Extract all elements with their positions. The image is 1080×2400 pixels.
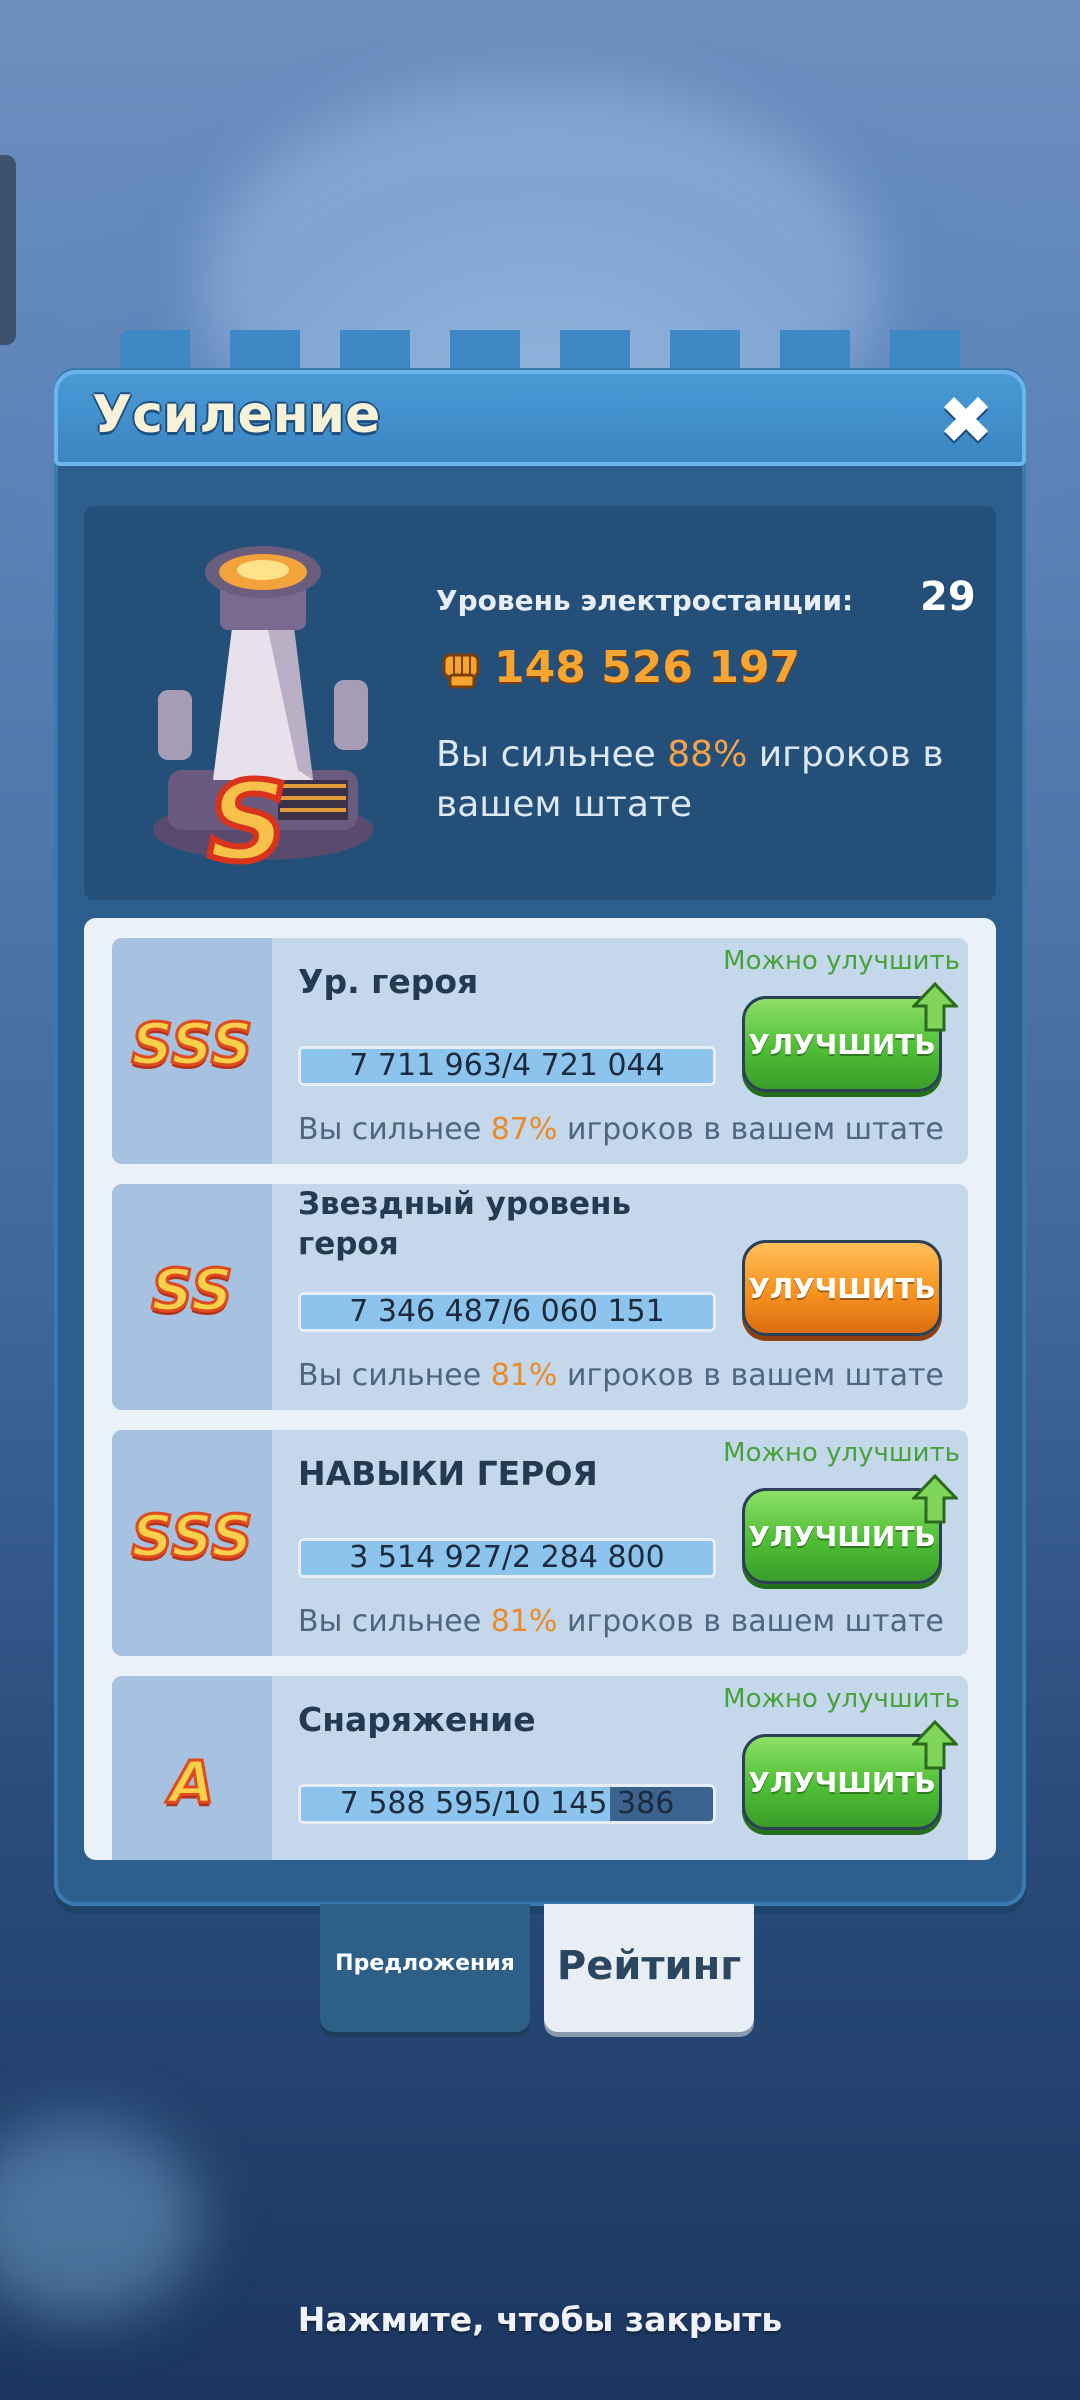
card-equipment: A Снаряжение Можно улучшить 7 588 595/10…: [112, 1676, 968, 1860]
card-title: НАВЫКИ ГЕРОЯ: [298, 1454, 598, 1493]
upgrade-arrow-icon: [912, 1720, 958, 1770]
progress-text: 3 514 927/2 284 800: [349, 1540, 665, 1575]
grade-badge: A: [168, 1747, 216, 1818]
station-level-label: Уровень электростанции:: [436, 584, 854, 617]
card-star-level: SS Звездный уровень героя 7 346 487/6 06…: [112, 1184, 968, 1410]
power-value: 148 526 197: [494, 642, 801, 693]
progress-bar: 7 588 595/10 145 386: [298, 1784, 716, 1824]
station-level-value: 29: [920, 574, 976, 620]
card-title: Звездный уровень героя: [298, 1186, 632, 1262]
stat-percent: 87%: [490, 1112, 558, 1147]
upgrade-button[interactable]: УЛУЧШИТЬ: [742, 1240, 942, 1336]
tab-rating[interactable]: Рейтинг: [544, 1904, 754, 2032]
stat-percent: 81%: [490, 1358, 558, 1393]
stat-prefix: Вы сильнее: [298, 1604, 491, 1639]
grade-badge: SSS: [130, 1009, 254, 1080]
can-upgrade-label: Можно улучшить: [723, 1684, 960, 1714]
tab-offers[interactable]: Предложения: [320, 1904, 530, 2032]
progress-bar: 3 514 927/2 284 800: [298, 1538, 716, 1578]
stat-suffix: игроков в вашем штате: [557, 1112, 944, 1147]
background-glow-bottom-left: [0, 2120, 200, 2320]
upgrade-arrow-icon: [912, 982, 958, 1032]
progress-bar: 7 711 963/4 721 044: [298, 1046, 716, 1086]
stat-suffix: игроков в вашем штате: [557, 1604, 944, 1639]
card-hero-level: SSS Ур. героя Можно улучшить 7 711 963/4…: [112, 938, 968, 1164]
side-handle[interactable]: [0, 155, 16, 345]
stat-suffix: игроков в вашем штате: [557, 1358, 944, 1393]
svg-text:S: S: [208, 758, 287, 880]
progress-bar: 7 346 487/6 060 151: [298, 1292, 716, 1332]
card-stat: Вы сильнее 81% игроков в вашем штате: [298, 1358, 944, 1393]
progress-text: 7 711 963/4 721 044: [349, 1048, 665, 1083]
card-title: Ур. героя: [298, 962, 479, 1001]
card-hero-skills: SSS НАВЫКИ ГЕРОЯ Можно улучшить 3 514 92…: [112, 1430, 968, 1656]
progress-text: 7 346 487/6 060 151: [349, 1294, 665, 1329]
close-icon[interactable]: ✖: [935, 388, 997, 454]
grade-badge: SS: [150, 1255, 234, 1326]
summary-percent: 88%: [667, 734, 748, 775]
can-upgrade-label: Можно улучшить: [723, 946, 960, 976]
page-title: Усиление: [92, 385, 381, 445]
fist-icon: [442, 653, 480, 689]
stat-prefix: Вы сильнее: [298, 1358, 491, 1393]
card-stat: Вы сильнее 81% игроков в вашем штате: [298, 1604, 944, 1639]
progress-text: 7 588 595/10 145 386: [339, 1786, 675, 1821]
power-station-icon: S: [153, 546, 373, 880]
card-title: Снаряжение: [298, 1700, 536, 1739]
upgrade-arrow-icon: [912, 1474, 958, 1524]
stat-list[interactable]: SSS Ур. героя Можно улучшить 7 711 963/4…: [84, 918, 996, 1860]
stat-percent: 81%: [490, 1604, 558, 1639]
grade-badge: SSS: [130, 1501, 254, 1572]
summary-text-prefix: Вы сильнее: [436, 734, 668, 775]
can-upgrade-label: Можно улучшить: [723, 1438, 960, 1468]
summary-comparison: Вы сильнее 88% игроков в вашем штате: [436, 730, 996, 830]
stat-prefix: Вы сильнее: [298, 1112, 491, 1147]
card-stat: Вы сильнее 87% игроков в вашем штате: [298, 1112, 944, 1147]
tap-to-close-hint[interactable]: Нажмите, чтобы закрыть: [0, 2300, 1080, 2339]
